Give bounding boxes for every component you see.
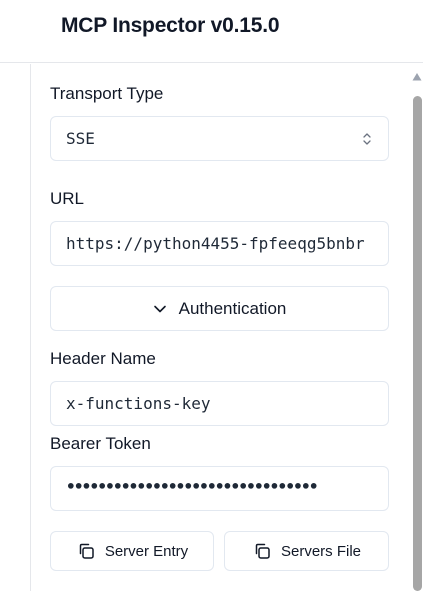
- header-name-input[interactable]: x-functions-key: [50, 381, 389, 426]
- servers-file-label: Servers File: [280, 542, 362, 560]
- chevron-up-down-icon: [363, 133, 371, 145]
- copy-icon: [255, 543, 270, 559]
- bearer-token-label: Bearer Token: [50, 434, 151, 453]
- bearer-token-input[interactable]: ••••••••••••••••••••••••••••••••: [50, 466, 389, 511]
- url-label: URL: [50, 189, 85, 208]
- authentication-label: Authentication: [178, 298, 287, 318]
- inspector-page: MCP Inspector v0.15.0 Transport Type SSE…: [0, 0, 423, 591]
- scroll-up-arrow-icon[interactable]: [412, 72, 422, 82]
- chevron-down-icon: [153, 305, 166, 312]
- url-value: https://python4455-fpfeeqg5bnbr: [66, 234, 365, 253]
- header-name-value: x-functions-key: [66, 394, 211, 413]
- copy-server-entry-button[interactable]: Server Entry: [50, 531, 214, 571]
- header-name-label: Header Name: [50, 349, 156, 368]
- bearer-token-value: ••••••••••••••••••••••••••••••••: [66, 477, 318, 496]
- transport-type-value: SSE: [66, 129, 95, 148]
- scrollbar-thumb[interactable]: [413, 96, 422, 591]
- transport-type-select[interactable]: SSE: [50, 116, 389, 161]
- copy-icon: [79, 543, 94, 559]
- copy-servers-file-button[interactable]: Servers File: [224, 531, 389, 571]
- app-title: MCP Inspector v0.15.0: [61, 14, 280, 37]
- server-entry-label: Server Entry: [104, 542, 189, 560]
- authentication-toggle-button[interactable]: Authentication: [50, 286, 389, 331]
- url-input[interactable]: https://python4455-fpfeeqg5bnbr: [50, 221, 389, 266]
- transport-type-label: Transport Type: [50, 84, 164, 103]
- app-header: MCP Inspector v0.15.0: [0, 0, 423, 63]
